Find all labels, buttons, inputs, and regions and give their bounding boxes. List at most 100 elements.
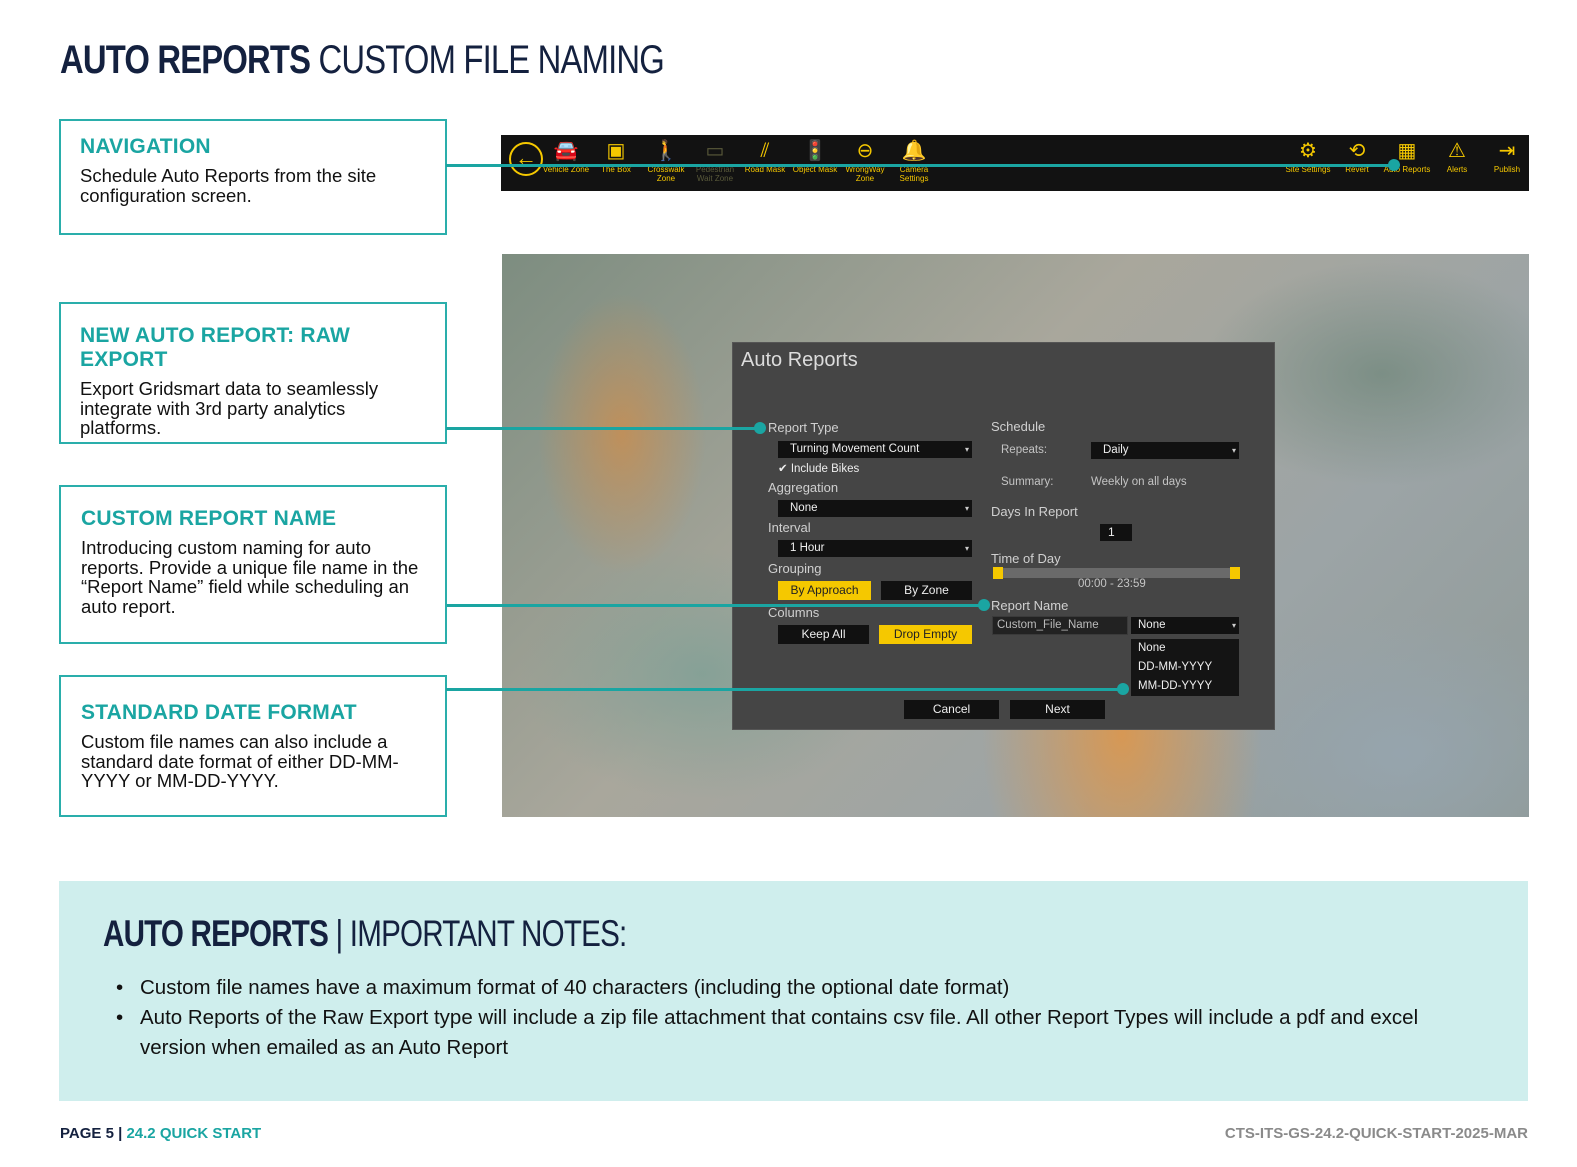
date-format-option[interactable]: DD-MM-YYYY [1131, 658, 1239, 677]
navigation-callout: NAVIGATION Schedule Auto Reports from th… [59, 119, 447, 235]
raw-export-callout: NEW AUTO REPORT: RAW EXPORT Export Grids… [59, 302, 447, 444]
report-name-connector-dot [978, 599, 990, 611]
site-config-toolbar: ← 🚘 Vehicle Zone ▣ The Box 🚶 Crosswalk Z… [501, 135, 1529, 191]
interval-select[interactable]: 1 Hour [778, 540, 972, 557]
date-format-connector [446, 688, 1124, 691]
toolbar-alerts[interactable]: ⚠ Alerts [1432, 139, 1482, 174]
notes-title: AUTO REPORTS | IMPORTANT NOTES: [103, 913, 627, 955]
toolbar-publish[interactable]: ⇥ Publish [1482, 139, 1532, 174]
callout-body: Export Gridsmart data to seamlessly inte… [80, 378, 379, 438]
callout-body: Custom file names can also include a sta… [81, 731, 399, 791]
report-type-select[interactable]: Turning Movement Count [778, 441, 972, 458]
revert-icon: ⟲ [1348, 140, 1366, 162]
toolbar-vehicle-zone[interactable]: 🚘 Vehicle Zone [541, 139, 591, 174]
time-end-handle[interactable] [1230, 567, 1240, 579]
time-range-value: 00:00 - 23:59 [1078, 578, 1146, 590]
page-title: AUTO REPORTS CUSTOM FILE NAMING [60, 38, 665, 83]
callout-heading: NEW AUTO REPORT: RAW EXPORT [80, 324, 350, 371]
notes-title-separator: | [335, 913, 343, 954]
cancel-button[interactable]: Cancel [904, 700, 999, 719]
document-code: CTS-ITS-GS-24.2-QUICK-START-2025-MAR [1224, 1125, 1528, 1142]
time-of-day-label: Time of Day [991, 551, 1061, 566]
include-bikes-label: Include Bikes [790, 463, 860, 475]
interval-label: Interval [768, 520, 811, 535]
toolbar-camera-settings[interactable]: 🔔 Camera Settings [889, 139, 939, 183]
by-zone-button[interactable]: By Zone [881, 581, 972, 600]
toolbar-road-mask[interactable]: ⫽ Road Mask [740, 139, 790, 174]
toolbar-the-box[interactable]: ▣ The Box [591, 139, 641, 174]
include-bikes-checkbox[interactable]: ✔ Include Bikes [778, 461, 859, 475]
custom-report-name-callout: CUSTOM REPORT NAME Introducing custom na… [59, 485, 447, 644]
page-number: PAGE 5 [60, 1125, 114, 1142]
days-in-report-spinner[interactable]: 1 [1100, 524, 1132, 541]
doc-name: 24.2 QUICK START [126, 1125, 262, 1142]
back-arrow-icon[interactable]: ← [509, 142, 543, 176]
list-item: Custom file names have a maximum format … [116, 973, 1430, 1003]
publish-icon: ⇥ [1498, 140, 1516, 162]
aggregation-select[interactable]: None [778, 500, 972, 517]
time-start-handle[interactable] [993, 567, 1003, 579]
aggregation-label: Aggregation [768, 480, 839, 495]
car-icon: 🚘 [553, 140, 579, 162]
report-name-input[interactable]: Custom_File_Name [992, 616, 1128, 635]
callout-body: Schedule Auto Reports from the site conf… [80, 165, 377, 206]
notes-title-light: IMPORTANT NOTES: [349, 913, 627, 954]
road-mask-icon: ⫽ [760, 140, 770, 162]
report-type-connector [446, 427, 760, 430]
repeats-label: Repeats: [1001, 444, 1048, 456]
by-approach-button[interactable]: By Approach [778, 581, 871, 600]
date-format-option[interactable]: MM-DD-YYYY [1131, 677, 1239, 696]
bell-icon: 🔔 [901, 140, 927, 162]
box-icon: ▣ [606, 140, 626, 162]
callout-heading: CUSTOM REPORT NAME [81, 507, 337, 530]
report-name-connector [447, 604, 984, 607]
alert-icon: ⚠ [1448, 140, 1466, 162]
auto-reports-screenshot: Auto Reports Report Type Turning Movemen… [502, 254, 1529, 817]
auto-reports-dialog: Auto Reports Report Type Turning Movemen… [732, 342, 1275, 730]
notes-list: Custom file names have a maximum format … [116, 973, 1430, 1063]
page-title-bold: AUTO REPORTS [60, 38, 311, 82]
toolbar-pedestrian-wait-zone[interactable]: ▭ Pedestrian Wait Zone [690, 139, 740, 183]
callout-body: Introducing custom naming for auto repor… [81, 537, 419, 617]
callout-heading: STANDARD DATE FORMAT [81, 701, 357, 724]
days-in-report-label: Days In Report [991, 504, 1078, 519]
toolbar-site-settings[interactable]: ⚙ Site Settings [1283, 139, 1333, 174]
notes-title-bold: AUTO REPORTS [103, 913, 329, 954]
wrong-way-icon: ⊖ [856, 140, 874, 162]
repeats-select[interactable]: Daily [1091, 442, 1239, 459]
dialog-title: Auto Reports [741, 349, 858, 371]
time-of-day-slider[interactable] [993, 568, 1240, 578]
footer-separator: | [118, 1125, 123, 1142]
grouping-label: Grouping [768, 561, 822, 576]
toolbar-wrongway-zone[interactable]: ⊖ WrongWay Zone [840, 139, 890, 183]
keep-all-button[interactable]: Keep All [778, 625, 869, 644]
date-format-connector-dot [1117, 683, 1129, 695]
drop-empty-button[interactable]: Drop Empty [879, 625, 972, 644]
columns-label: Columns [768, 605, 820, 620]
gear-icon: ⚙ [1299, 140, 1317, 162]
report-type-connector-dot [754, 422, 766, 434]
navigation-connector-dot [1388, 159, 1400, 171]
toolbar-revert[interactable]: ⟲ Revert [1332, 139, 1382, 174]
page-title-light: CUSTOM FILE NAMING [318, 38, 664, 82]
next-button[interactable]: Next [1010, 700, 1105, 719]
report-type-label: Report Type [768, 420, 839, 435]
list-item: Auto Reports of the Raw Export type will… [116, 1003, 1430, 1063]
callout-heading: NAVIGATION [80, 135, 211, 158]
toolbar-object-mask[interactable]: 🚦 Object Mask [790, 139, 840, 174]
traffic-light-icon: 🚦 [802, 140, 828, 162]
crosswalk-icon: 🚶 [653, 140, 679, 162]
footer-page-info: PAGE 5 | 24.2 QUICK START [60, 1125, 261, 1142]
date-format-select[interactable]: None [1131, 617, 1239, 634]
summary-label: Summary: [1001, 476, 1054, 488]
toolbar-crosswalk-zone[interactable]: 🚶 Crosswalk Zone [641, 139, 691, 183]
report-name-label: Report Name [991, 598, 1069, 613]
date-format-callout: STANDARD DATE FORMAT Custom file names c… [59, 675, 447, 817]
date-format-dropdown: None DD-MM-YYYY MM-DD-YYYY [1131, 639, 1239, 696]
schedule-label: Schedule [991, 419, 1046, 434]
navigation-connector [446, 164, 1396, 167]
pedestrian-wait-icon: ▭ [705, 140, 725, 162]
important-notes-panel: AUTO REPORTS | IMPORTANT NOTES: Custom f… [59, 881, 1528, 1101]
summary-value: Weekly on all days [1091, 476, 1187, 488]
date-format-option[interactable]: None [1131, 639, 1239, 658]
